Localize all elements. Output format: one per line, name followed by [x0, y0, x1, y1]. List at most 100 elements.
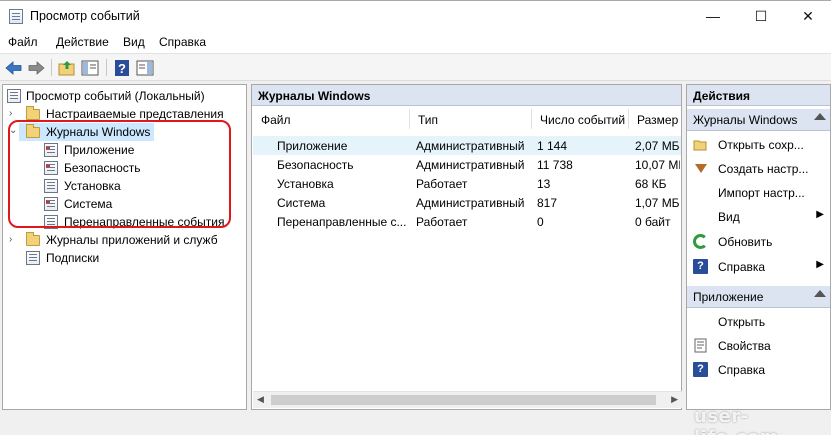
menu-view[interactable]: Вид [123, 35, 145, 49]
action-label: Свойства [718, 339, 771, 353]
filter-icon [695, 164, 707, 173]
cell-file: Перенаправленные с... [277, 215, 407, 229]
scroll-right-arrow-icon[interactable]: ▶ [671, 394, 678, 405]
action-label: Вид [718, 210, 740, 224]
actions-section-windows-logs[interactable]: Журналы Windows [687, 109, 830, 131]
open-folder-icon [693, 140, 707, 151]
section-label: Приложение [693, 290, 764, 304]
folder-icon [26, 232, 40, 246]
event-viewer-app-icon [9, 9, 23, 24]
scrollbar-thumb[interactable] [271, 395, 656, 405]
table-row[interactable]: Система Административный 817 1,07 МБ [253, 193, 681, 212]
back-arrow-icon[interactable] [4, 58, 24, 78]
section-label: Журналы Windows [693, 113, 798, 127]
maximize-button[interactable]: ☐ [738, 1, 784, 31]
toolbar-separator [51, 59, 52, 76]
table-row[interactable]: Безопасность Административный 11 738 10,… [253, 155, 681, 174]
expand-chevron-icon[interactable]: › [9, 108, 12, 119]
column-header-type[interactable]: Тип [410, 109, 532, 129]
show-hide-action-pane-icon[interactable] [135, 58, 155, 78]
cell-size: 10,07 МБ [635, 158, 680, 172]
cell-type: Работает [416, 215, 468, 229]
actions-section-application[interactable]: Приложение [687, 286, 830, 308]
cell-type: Административный [416, 158, 525, 172]
tree-item-app-services-logs[interactable]: › Журналы приложений и служб [3, 231, 246, 249]
table-row[interactable]: Установка Работает 13 68 КБ [253, 174, 681, 193]
event-viewer-icon [7, 89, 21, 103]
column-header-file[interactable]: Файл [253, 109, 410, 129]
action-label: Открыть [718, 315, 766, 329]
action-label: Открыть сохр... [718, 138, 804, 152]
submenu-arrow-icon: ▶ [816, 209, 824, 220]
tree-item-subscriptions[interactable]: Подписки [3, 249, 246, 267]
column-header-size[interactable]: Размер [629, 109, 681, 129]
action-view[interactable]: Вид ▶ [687, 205, 830, 229]
menu-action[interactable]: Действие [56, 35, 109, 49]
actions-pane-header: Действия [687, 85, 830, 106]
horizontal-scrollbar[interactable]: ◀ ▶ [253, 391, 682, 408]
column-header-label: Файл [261, 113, 291, 127]
scroll-left-arrow-icon[interactable]: ◀ [257, 394, 264, 405]
cell-event-count: 13 [537, 177, 551, 191]
tree-item-label: Журналы приложений и служб [46, 233, 218, 247]
cell-event-count: 817 [537, 196, 558, 210]
cell-size: 2,07 МБ [635, 139, 680, 153]
actions-panel: Действия Журналы Windows Открыть сохр...… [686, 84, 831, 410]
cell-file: Установка [277, 177, 334, 191]
menu-help[interactable]: Справка [159, 35, 206, 49]
cell-type: Административный [416, 196, 525, 210]
menu-bar: Файл Действие Вид Справка [0, 31, 831, 53]
help-icon: ? [693, 259, 708, 274]
window-title: Просмотр событий [30, 9, 140, 23]
action-label: Импорт настр... [718, 186, 805, 200]
tree-item-label: Просмотр событий (Локальный) [26, 89, 205, 103]
cell-type: Работает [416, 177, 468, 191]
actions-pane-title: Действия [693, 89, 751, 103]
column-header-label: Тип [418, 113, 439, 127]
toolbar-separator [106, 59, 107, 76]
action-open-saved-log[interactable]: Открыть сохр... [687, 133, 830, 157]
column-header-event-count[interactable]: Число событий [532, 109, 629, 129]
collapse-arrow-icon[interactable] [814, 290, 826, 297]
action-import-custom-view[interactable]: Импорт настр... [687, 181, 830, 205]
forward-arrow-icon[interactable] [26, 58, 46, 78]
folder-icon [26, 106, 40, 120]
tree-item-label: Настраиваемые представления [46, 107, 224, 121]
action-help-application[interactable]: ? Справка [687, 358, 830, 382]
cell-type: Административный [416, 139, 525, 153]
tree-item-label: Подписки [46, 251, 100, 265]
tree-item-event-viewer-local[interactable]: Просмотр событий (Локальный) [3, 87, 246, 105]
cell-file: Система [277, 196, 326, 210]
show-hide-tree-icon[interactable] [80, 58, 100, 78]
menu-file[interactable]: Файл [8, 35, 38, 49]
action-label: Справка [718, 260, 766, 274]
action-label: Обновить [718, 235, 773, 249]
action-help[interactable]: ? Справка ▶ [687, 255, 830, 279]
cell-event-count: 11 738 [537, 158, 573, 172]
title-bar: Просмотр событий — ☐ ✕ [0, 0, 831, 31]
expand-chevron-icon[interactable]: › [9, 234, 12, 245]
cell-size: 0 байт [635, 215, 671, 229]
cell-size: 68 КБ [635, 177, 667, 191]
help-icon[interactable]: ? [112, 58, 132, 78]
action-label: Создать настр... [718, 162, 809, 176]
table-row[interactable]: Приложение Административный 1 144 2,07 М… [253, 136, 681, 155]
cell-size: 1,07 МБ [635, 196, 680, 210]
subscriptions-icon [26, 251, 40, 265]
column-header-label: Размер [637, 113, 679, 127]
table-row[interactable]: Перенаправленные с... Работает 0 0 байт [253, 212, 681, 231]
watermark: user-life.com [694, 406, 779, 435]
toolbar: ? [0, 53, 831, 81]
red-highlight-annotation [8, 120, 231, 228]
minimize-button[interactable]: — [690, 1, 736, 31]
action-refresh[interactable]: Обновить [687, 230, 830, 254]
submenu-arrow-icon: ▶ [816, 259, 824, 270]
up-folder-icon[interactable] [57, 58, 77, 78]
windows-logs-list-panel: Журналы Windows Файл Тип Число событий Р… [251, 84, 682, 410]
action-properties[interactable]: Свойства [687, 334, 830, 358]
close-button[interactable]: ✕ [785, 1, 831, 31]
cell-file: Приложение [277, 139, 348, 153]
action-create-custom-view[interactable]: Создать настр... [687, 157, 830, 181]
action-open[interactable]: Открыть [687, 310, 830, 334]
collapse-arrow-icon[interactable] [814, 113, 826, 120]
